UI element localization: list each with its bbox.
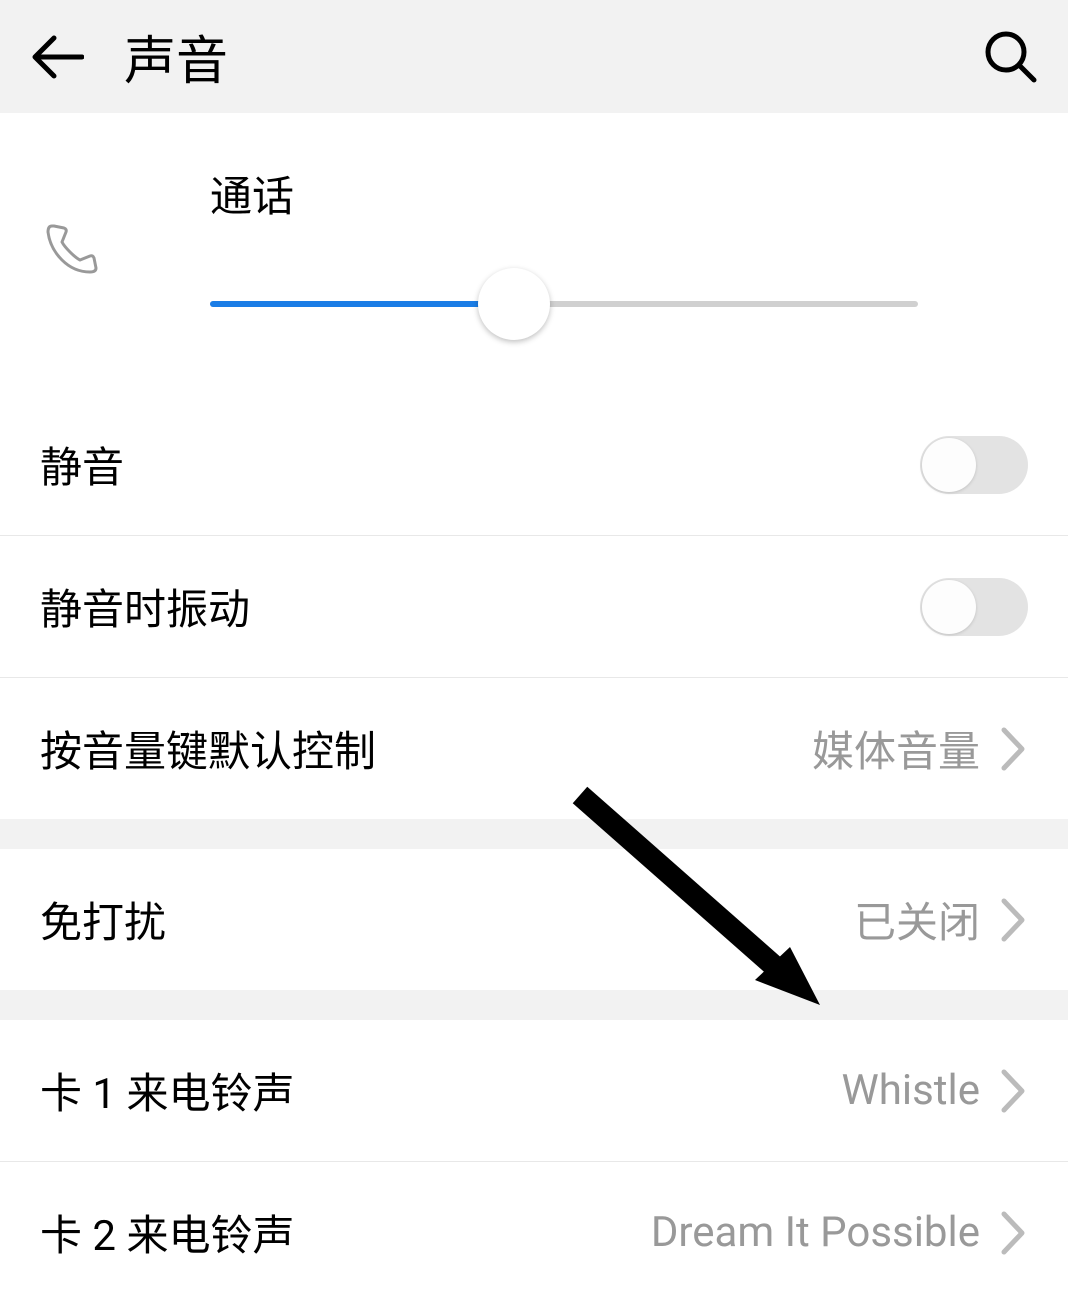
search-icon [984, 30, 1038, 84]
dnd-group: 免打扰 已关闭 [0, 849, 1068, 990]
search-button[interactable] [984, 30, 1038, 84]
slider-thumb[interactable] [478, 268, 550, 340]
mute-row[interactable]: 静音 [0, 394, 1068, 535]
back-button[interactable] [30, 30, 84, 84]
header-left: 声音 [30, 19, 228, 94]
phone-icon [40, 218, 100, 278]
section-gap [0, 990, 1068, 1020]
volume-default-row[interactable]: 按音量键默认控制 媒体音量 [0, 677, 1068, 819]
vibrate-on-mute-toggle[interactable] [920, 578, 1028, 636]
sim2-ringtone-label: 卡 2 来电铃声 [40, 1202, 294, 1263]
header: 声音 [0, 0, 1068, 113]
content: 通话 静音 静音时振动 按音量键默认控制 媒体音量 [0, 113, 1068, 1303]
dnd-label: 免打扰 [40, 889, 166, 950]
chevron-right-icon [1000, 897, 1028, 943]
call-volume-slider-content: 通话 [210, 163, 918, 334]
sim1-ringtone-value: Whistle [841, 1066, 980, 1115]
ringtone-group: 卡 1 来电铃声 Whistle 卡 2 来电铃声 Dream It Possi… [0, 1020, 1068, 1303]
toggle-knob [922, 438, 976, 492]
call-volume-section: 通话 [0, 113, 1068, 394]
slider-fill [210, 301, 514, 307]
dnd-row[interactable]: 免打扰 已关闭 [0, 849, 1068, 990]
slider-track-line [210, 301, 918, 307]
sim2-ringtone-value: Dream It Possible [651, 1208, 980, 1257]
setting-right: 已关闭 [854, 889, 1028, 950]
dnd-value: 已关闭 [854, 889, 980, 950]
setting-right: Dream It Possible [651, 1208, 1028, 1257]
volume-default-label: 按音量键默认控制 [40, 718, 376, 779]
back-arrow-icon [30, 35, 84, 79]
chevron-right-icon [1000, 726, 1028, 772]
setting-right: Whistle [841, 1066, 1028, 1115]
vibrate-on-mute-label: 静音时振动 [40, 576, 250, 637]
toggle-knob [922, 580, 976, 634]
volume-default-value: 媒体音量 [812, 718, 980, 779]
mute-label: 静音 [40, 434, 124, 495]
chevron-right-icon [1000, 1210, 1028, 1256]
mute-group: 静音 静音时振动 按音量键默认控制 媒体音量 [0, 394, 1068, 819]
call-volume-slider[interactable] [210, 274, 918, 334]
sim1-ringtone-row[interactable]: 卡 1 来电铃声 Whistle [0, 1020, 1068, 1161]
slider-label: 通话 [210, 163, 918, 224]
mute-toggle[interactable] [920, 436, 1028, 494]
chevron-right-icon [1000, 1068, 1028, 1114]
sim2-ringtone-row[interactable]: 卡 2 来电铃声 Dream It Possible [0, 1161, 1068, 1303]
sim1-ringtone-label: 卡 1 来电铃声 [40, 1060, 294, 1121]
vibrate-on-mute-row[interactable]: 静音时振动 [0, 535, 1068, 677]
section-gap [0, 819, 1068, 849]
page-title: 声音 [124, 19, 228, 94]
setting-right: 媒体音量 [812, 718, 1028, 779]
